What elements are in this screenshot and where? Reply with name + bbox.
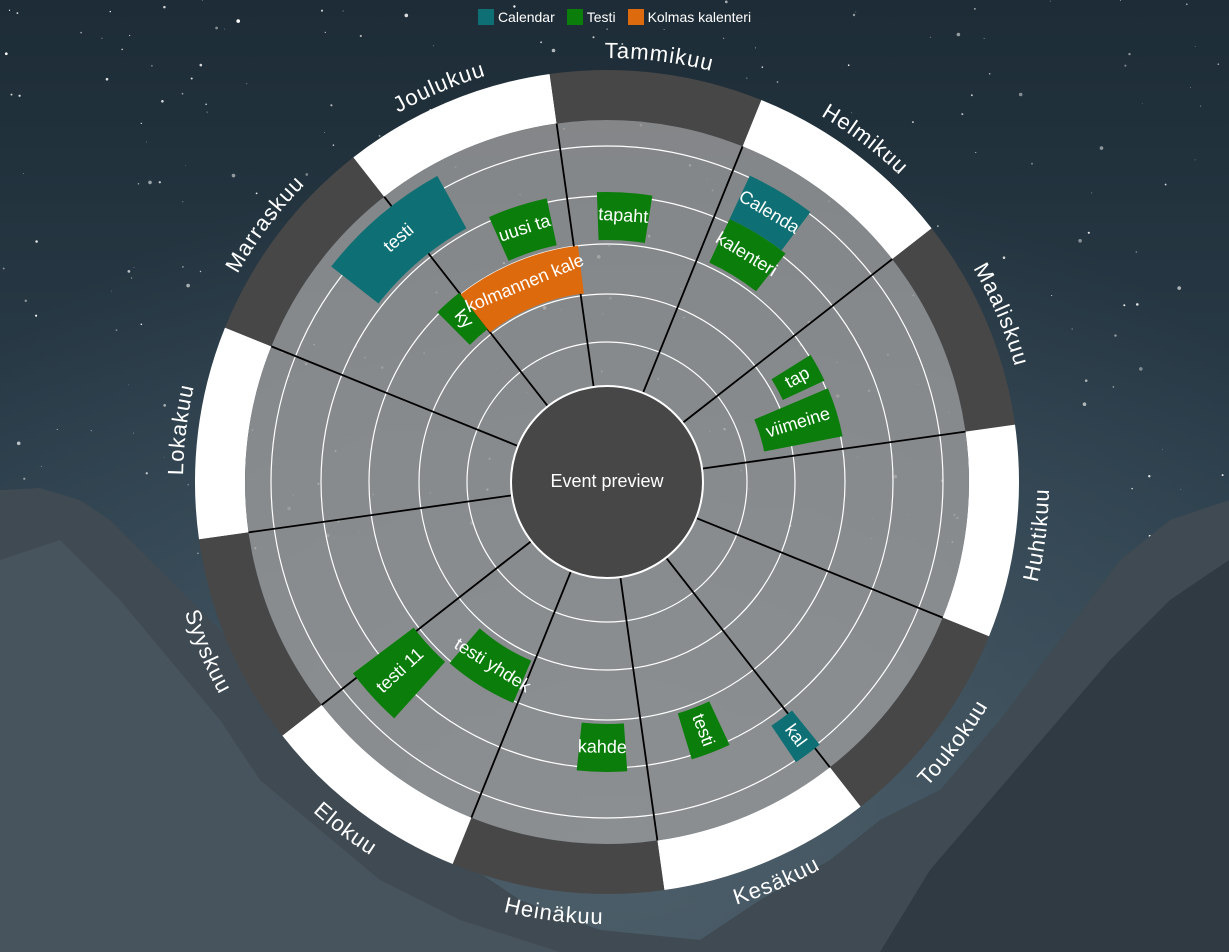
month-label: Lokakuu: [163, 382, 199, 476]
event-arc[interactable]: kahde: [576, 722, 628, 773]
event-label: tapaht: [598, 204, 649, 227]
year-wheel: testi uusi takykolmannen kaletapaht Calend…: [163, 38, 1054, 929]
month-label: Huhtikuu: [1018, 488, 1054, 584]
event-label: kahde: [578, 736, 627, 757]
event-preview-button[interactable]: Event preview: [510, 385, 704, 579]
month-label: Heinäkuu: [502, 892, 604, 929]
event-arc[interactable]: tapaht: [596, 192, 653, 243]
event-preview-label: Event preview: [550, 471, 664, 491]
